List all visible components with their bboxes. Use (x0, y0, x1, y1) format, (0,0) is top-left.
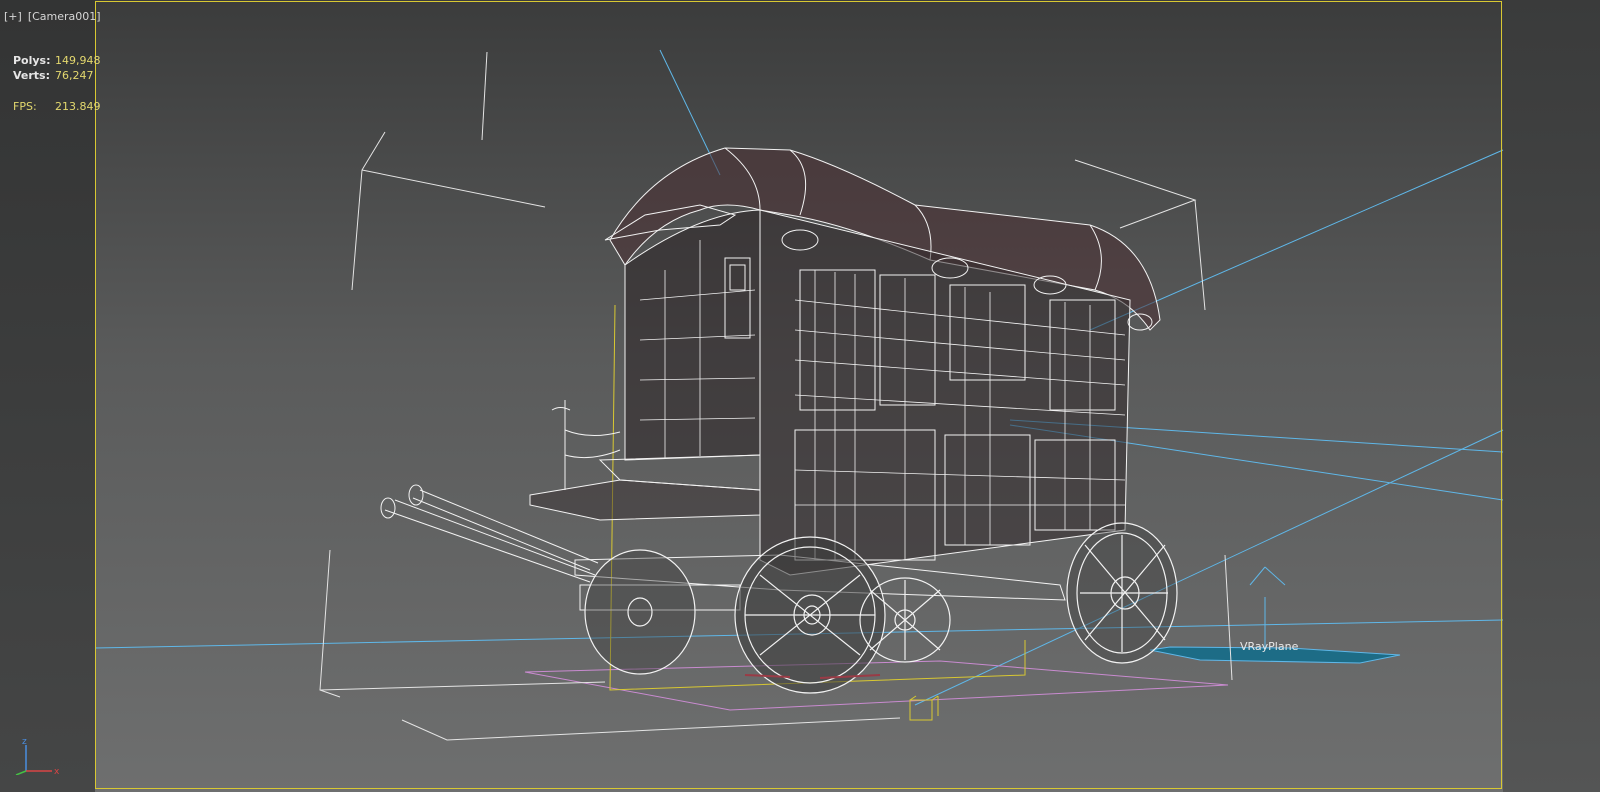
axis-x-label: x (54, 767, 60, 775)
front-right-wheel (734, 536, 886, 694)
viewport-statistics: Polys: 149,948 Verts: 76,247 FPS: 213.84… (13, 53, 101, 114)
verts-label: Verts: (13, 69, 51, 82)
vray-plane-label: VRayPlane (1240, 640, 1299, 653)
front-left-wheel (584, 549, 696, 675)
axis-gizmo-icon: z x (15, 737, 60, 775)
viewport-label[interactable]: [+] [Camera001] (4, 10, 107, 23)
polys-value: 149,948 (55, 54, 101, 67)
rear-right-wheel (1066, 522, 1178, 664)
fps-value: 213.849 (55, 100, 101, 113)
polys-row: Polys: 149,948 (13, 53, 101, 68)
verts-row: Verts: 76,247 (13, 68, 101, 83)
polys-label: Polys: (13, 54, 51, 67)
viewport-camera-label[interactable]: [Camera001] (28, 10, 101, 23)
fps-label: FPS: (13, 100, 37, 113)
axis-z-label: z (22, 737, 27, 747)
wireframe-scene[interactable]: VRayPlane (0, 0, 1600, 792)
viewport-menu-plus[interactable]: [+] (4, 10, 22, 23)
fps-row: FPS: 213.849 (13, 99, 101, 114)
wagon-model[interactable] (380, 147, 1161, 611)
viewport-camera001[interactable]: VRayPlane [+] [Camera001] Polys: 149,948… (0, 0, 1600, 792)
verts-value: 76,247 (55, 69, 94, 82)
vray-plane[interactable]: VRayPlane (1149, 640, 1401, 664)
